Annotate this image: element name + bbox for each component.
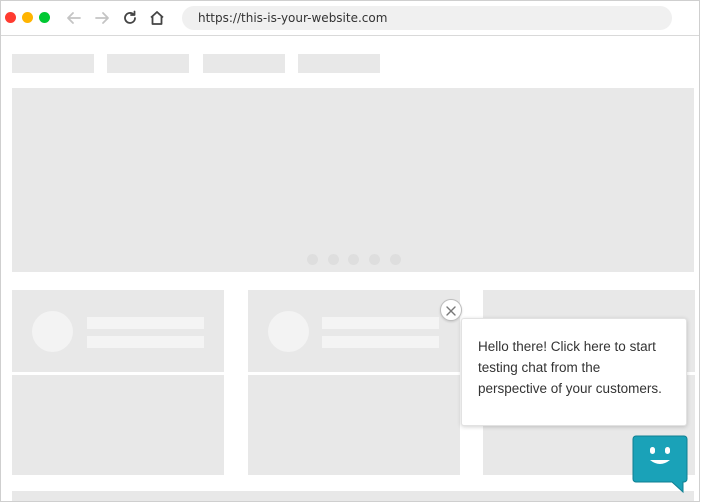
chat-welcome-message: Hello there! Click here to start testing… [478,339,662,396]
url-text: https://this-is-your-website.com [198,11,388,25]
maximize-window-button[interactable] [39,12,50,23]
carousel-dot[interactable] [348,254,359,265]
carousel-dot[interactable] [369,254,380,265]
text-line-placeholder [322,317,439,329]
carousel-dot[interactable] [307,254,318,265]
avatar-placeholder [268,311,309,352]
back-arrow-icon[interactable] [64,8,84,28]
close-window-button[interactable] [5,12,16,23]
browser-toolbar: https://this-is-your-website.com [1,1,699,36]
card-body-placeholder [12,375,224,475]
card-body-placeholder [248,375,460,475]
close-popup-button[interactable] [440,299,462,321]
carousel-dot[interactable] [390,254,401,265]
text-line-placeholder [322,336,439,348]
footer-placeholder [12,491,694,501]
browser-window: https://this-is-your-website.com [0,0,700,502]
address-bar[interactable]: https://this-is-your-website.com [182,6,672,30]
close-icon [446,301,456,320]
nav-placeholder-1 [12,54,94,73]
forward-arrow-icon[interactable] [92,8,112,28]
text-line-placeholder [87,317,204,329]
minimize-window-button[interactable] [22,12,33,23]
reload-icon[interactable] [120,8,140,28]
avatar-placeholder [32,311,73,352]
hero-banner-placeholder [12,88,694,272]
chat-bot-icon[interactable] [632,434,688,494]
text-line-placeholder [87,336,204,348]
nav-placeholder-3 [203,54,285,73]
carousel-dot[interactable] [328,254,339,265]
home-icon[interactable] [147,8,167,28]
chat-welcome-bubble[interactable]: Hello there! Click here to start testing… [461,318,687,426]
nav-placeholder-4 [298,54,380,73]
nav-placeholder-2 [107,54,189,73]
